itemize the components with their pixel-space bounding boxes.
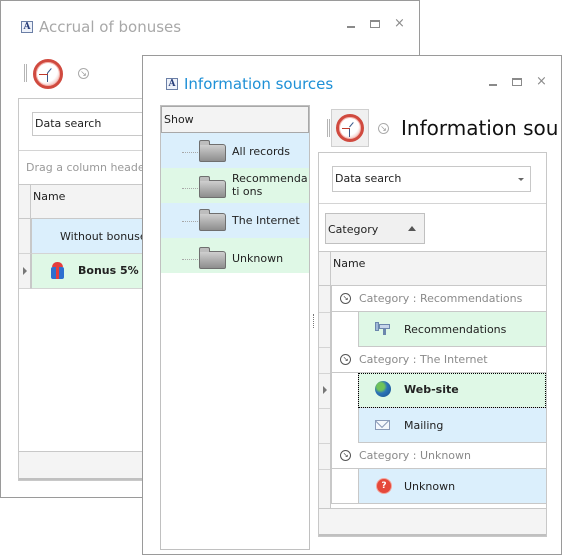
sources-grid-panel: Data search Category Name ↘ Category : R… <box>318 152 547 537</box>
search-label: Data search <box>335 172 402 185</box>
clock-icon <box>336 114 364 142</box>
divider <box>319 203 546 204</box>
window-title: Information sources <box>184 75 334 93</box>
group-row-the-internet[interactable]: ↘ Category : The Internet <box>331 347 546 373</box>
window-title: Accrual of bonuses <box>39 18 182 36</box>
clock-button[interactable] <box>331 109 369 147</box>
tree-connector <box>182 221 200 222</box>
row-name: Recommendations <box>404 323 507 336</box>
data-search-dropdown[interactable]: Data search <box>332 166 531 192</box>
filter-tree-panel: Show All records Recommendati ons The In… <box>160 105 310 550</box>
minimize-button[interactable] <box>488 77 498 87</box>
unknown-icon: ? <box>377 479 391 493</box>
tree-connector <box>182 259 200 260</box>
globe-icon <box>375 381 391 397</box>
clock-icon[interactable] <box>33 59 63 89</box>
current-row-pointer-icon <box>323 386 327 394</box>
row-name: Web-site <box>404 383 459 396</box>
group-row-unknown[interactable]: ↘ Category : Unknown <box>331 443 546 469</box>
tree-item-all-records[interactable]: All records <box>161 133 309 168</box>
current-row-pointer-icon <box>23 267 27 275</box>
table-row[interactable]: ? Unknown <box>358 469 546 504</box>
mail-icon <box>375 420 390 430</box>
tree-connector <box>182 188 200 189</box>
toolbar-grip[interactable] <box>327 119 330 137</box>
folder-icon <box>199 176 226 198</box>
folder-icon <box>199 209 226 231</box>
row-indicator <box>19 219 31 254</box>
group-by-category-button[interactable]: Category <box>325 213 425 244</box>
close-button[interactable]: × <box>394 17 405 30</box>
minimize-button[interactable] <box>346 19 356 29</box>
group-label: Category : Recommendations <box>359 292 523 305</box>
maximize-button[interactable] <box>512 77 522 87</box>
tree-item-label: Recommendati ons <box>232 172 308 198</box>
toolbar-grip[interactable] <box>24 64 27 82</box>
row-name: Without bonuses <box>60 230 153 243</box>
window-controls: × <box>488 75 547 88</box>
table-row-focused[interactable]: Web-site <box>358 373 546 408</box>
group-by-label: Category <box>328 223 379 236</box>
row-name: Mailing <box>404 419 444 432</box>
tree-connector <box>182 152 200 153</box>
group-indent <box>331 373 358 443</box>
chevron-down-icon[interactable] <box>518 178 524 181</box>
app-icon: A <box>21 21 33 33</box>
indicator-header <box>319 252 331 285</box>
group-collapse-icon[interactable]: ↘ <box>340 450 351 461</box>
tree-header[interactable]: Show <box>161 106 309 133</box>
window-controls: × <box>346 17 405 30</box>
table-row[interactable]: Mailing <box>358 408 546 443</box>
expand-arrow-icon[interactable]: ↘ <box>78 68 89 79</box>
group-label: Category : The Internet <box>359 353 488 366</box>
group-collapse-icon[interactable]: ↘ <box>340 354 351 365</box>
table-row[interactable]: Recommendations <box>358 312 546 347</box>
window-title-bar: A Accrual of bonuses <box>21 18 181 36</box>
window-title-bar: A Information sources <box>166 75 333 93</box>
app-icon: A <box>166 78 178 90</box>
tree-item-unknown[interactable]: Unknown <box>161 238 309 273</box>
column-header-row: Name <box>319 251 546 286</box>
gift-icon <box>51 262 64 279</box>
column-header-name[interactable]: Name <box>33 190 65 203</box>
tree-item-label: The Internet <box>232 214 300 227</box>
expand-arrow-icon[interactable]: ↘ <box>378 123 389 134</box>
indicator-header <box>19 185 31 218</box>
tree-item-recommendations[interactable]: Recommendati ons <box>161 168 309 203</box>
information-sources-window: A Information sources × Show All records… <box>142 55 562 555</box>
row-indicator <box>19 254 31 289</box>
tree-item-label: All records <box>232 145 291 158</box>
indicator-column <box>319 286 331 508</box>
group-collapse-icon[interactable]: ↘ <box>340 293 351 304</box>
group-indent <box>331 312 358 347</box>
folder-icon <box>199 247 226 269</box>
group-row-recommendations[interactable]: ↘ Category : Recommendations <box>331 286 546 312</box>
tree-item-the-internet[interactable]: The Internet <box>161 203 309 238</box>
folder-icon <box>199 140 226 162</box>
column-header-name[interactable]: Name <box>333 257 365 270</box>
row-name: Bonus 5% <box>78 264 139 277</box>
panel-splitter[interactable] <box>313 314 315 328</box>
close-button[interactable]: × <box>536 75 547 88</box>
grid-footer <box>319 508 546 536</box>
megaphone-icon <box>375 322 391 336</box>
maximize-button[interactable] <box>370 19 380 29</box>
sort-ascending-icon <box>408 226 416 231</box>
tree-item-label: Unknown <box>232 252 284 265</box>
group-label: Category : Unknown <box>359 449 472 462</box>
page-heading: Information sou <box>401 116 559 140</box>
group-indent <box>331 469 358 504</box>
row-name: Unknown <box>404 480 456 493</box>
